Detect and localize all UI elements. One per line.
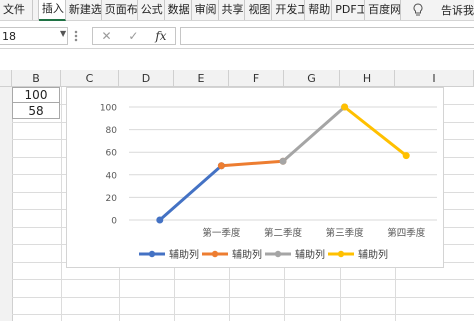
cancel-icon[interactable]: ✕	[101, 29, 111, 43]
series-line	[158, 164, 223, 222]
column-header-d[interactable]: D	[119, 70, 174, 87]
ribbon-tabs: 文件 插入 新建选 页面布 公式 数据 审阅 共享 视图 开发工 帮助 PDF工…	[0, 0, 474, 21]
tab-help[interactable]: 帮助	[305, 0, 333, 20]
tab-share[interactable]: 共享	[219, 0, 246, 20]
data-point	[402, 152, 410, 160]
grid-row-line	[12, 297, 474, 298]
legend-label: 辅助列	[169, 248, 199, 261]
line-chart[interactable]: 0 20 40 60 80 100 第一季度 第二季度 第三季度 第四季度辅助列 辅助列 辅助列 辅助列	[66, 87, 444, 268]
column-header-f[interactable]: F	[229, 70, 284, 87]
tab-insert[interactable]: 插入	[38, 0, 66, 21]
data-point	[217, 162, 225, 170]
y-tick-label: 80	[106, 126, 118, 136]
column-header-b[interactable]: B	[12, 70, 61, 87]
legend-marker	[337, 250, 345, 258]
tab-formulas[interactable]: 公式	[138, 0, 165, 20]
tab-baidu[interactable]: 百度网	[365, 0, 402, 20]
cell-b-row1[interactable]: 100	[12, 87, 60, 103]
legend-label: 辅助列	[295, 248, 325, 261]
tell-me-search[interactable]: 告诉我	[435, 2, 474, 18]
formula-row: 18 ▼ ✕ ✓ fx	[0, 24, 474, 49]
legend-marker	[148, 250, 156, 258]
name-box[interactable]: 18	[0, 27, 68, 45]
y-tick-label: 60	[106, 149, 118, 159]
series-line	[219, 159, 285, 168]
tab-data[interactable]: 数据	[165, 0, 192, 20]
tab-view[interactable]: 视图	[245, 0, 273, 20]
chevron-down-icon[interactable]: ▼	[60, 29, 66, 38]
enter-icon[interactable]: ✓	[128, 29, 138, 43]
y-tick-label: 40	[106, 171, 118, 181]
column-header-e[interactable]: E	[174, 70, 229, 87]
column-header-h[interactable]: H	[340, 70, 395, 87]
x-tick-label: 第三季度	[326, 227, 365, 239]
grid-row-line	[12, 279, 474, 280]
lightbulb-icon[interactable]	[401, 3, 435, 17]
y-tick-label: 20	[106, 194, 118, 204]
legend-marker	[274, 250, 282, 258]
series-line	[343, 105, 408, 158]
column-header-i[interactable]: I	[395, 70, 474, 87]
tab-pdf[interactable]: PDF工	[332, 0, 366, 20]
tab-review[interactable]: 审阅	[192, 0, 219, 20]
insert-function-button[interactable]: fx	[155, 29, 166, 43]
column-header-g[interactable]: G	[284, 70, 340, 87]
drag-handle-icon[interactable]	[74, 30, 78, 42]
select-all-corner[interactable]	[0, 70, 12, 87]
y-tick-label: 0	[111, 217, 117, 227]
legend-label: 辅助列	[358, 248, 388, 261]
legend-label: 辅助列	[232, 248, 262, 261]
tab-page-layout[interactable]: 页面布	[102, 0, 138, 20]
series-line	[281, 105, 347, 163]
formula-input[interactable]	[180, 27, 474, 45]
tab-developer[interactable]: 开发工	[272, 0, 306, 20]
data-point	[341, 103, 349, 111]
grid-row-line	[12, 314, 474, 315]
x-tick-label: 第四季度	[387, 227, 426, 239]
data-point	[279, 157, 287, 165]
legend-marker	[211, 250, 219, 258]
y-tick-label: 100	[100, 104, 117, 114]
chart-canvas: 0 20 40 60 80 100 第一季度 第二季度 第三季度 第四季度辅助列 辅助列 辅助列 辅助列	[100, 103, 437, 261]
tab-new[interactable]: 新建选	[66, 0, 102, 20]
cell-b-row2[interactable]: 58	[12, 102, 60, 119]
x-tick-label: 第二季度	[264, 227, 303, 239]
column-header-c[interactable]: C	[61, 70, 119, 87]
data-point	[156, 216, 164, 224]
x-tick-label: 第一季度	[202, 227, 241, 239]
tab-file[interactable]: 文件	[0, 0, 33, 20]
formula-buttons: ✕ ✓ fx	[92, 27, 176, 45]
